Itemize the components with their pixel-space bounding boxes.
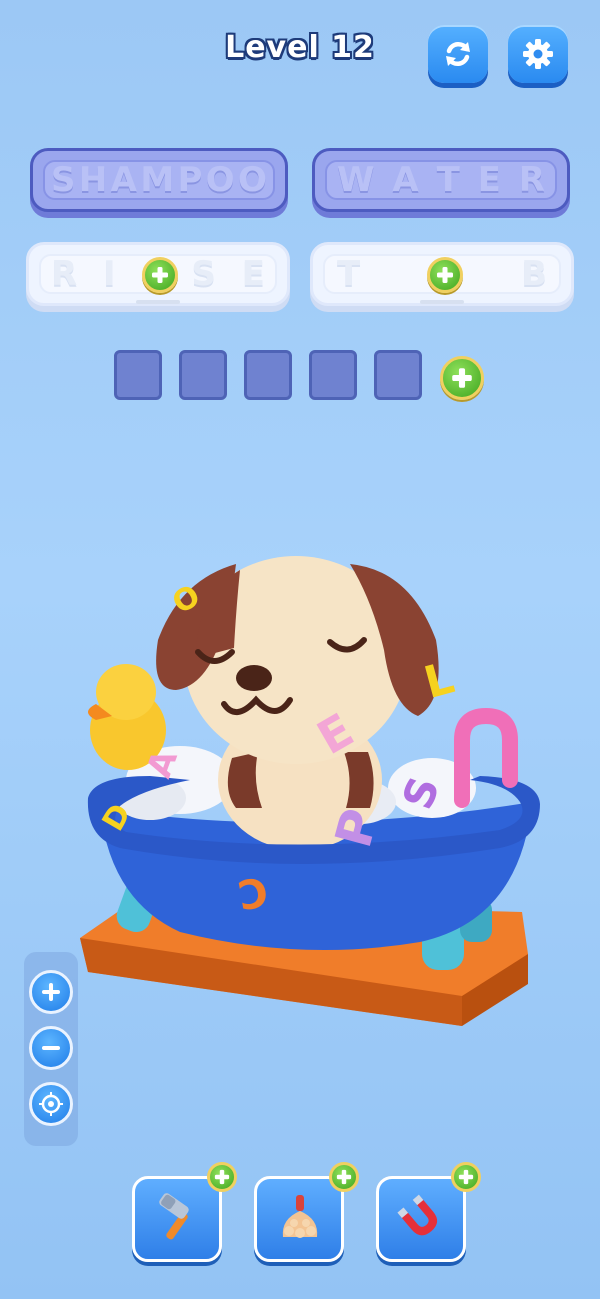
hint-line xyxy=(136,300,180,304)
hammer-icon xyxy=(159,1193,189,1240)
plus-icon xyxy=(152,267,168,283)
refresh-icon xyxy=(446,41,470,67)
plus-icon xyxy=(214,1169,230,1185)
plus-icon xyxy=(336,1169,352,1185)
plus-icon xyxy=(437,267,453,283)
hammer-plus-button[interactable] xyxy=(207,1162,237,1192)
slot-letter: I xyxy=(103,254,116,294)
hint-plus-button[interactable] xyxy=(427,257,463,293)
slot-letter: O xyxy=(205,160,235,200)
magnet-tool-button[interactable] xyxy=(376,1176,466,1262)
hint-plus-button[interactable] xyxy=(142,257,178,293)
zoom-out-button[interactable] xyxy=(29,1026,73,1070)
zoom-in-button[interactable] xyxy=(29,970,73,1014)
slot-letter: E xyxy=(241,254,265,294)
slot-letter: W xyxy=(337,160,375,200)
dog-bath-scene[interactable]: L E A P S D C O xyxy=(0,540,600,1060)
word-slot-2[interactable]: W A T E R xyxy=(312,148,570,212)
slot-letter: S xyxy=(51,160,76,200)
slot-letter: S xyxy=(191,254,216,294)
magnet-icon xyxy=(397,1194,438,1236)
answer-box[interactable] xyxy=(179,350,227,400)
brush-tool-button[interactable] xyxy=(254,1176,344,1262)
answer-box[interactable] xyxy=(244,350,292,400)
word-slot-1[interactable]: S H A M P O O xyxy=(30,148,288,212)
slot-letter: O xyxy=(238,160,267,200)
slot-letter: A xyxy=(392,160,419,200)
slot-letter: R xyxy=(518,160,545,200)
camera-controls xyxy=(24,952,78,1146)
plus-icon xyxy=(452,368,472,388)
answer-box[interactable] xyxy=(309,350,357,400)
slot-letter: E xyxy=(477,160,501,200)
slot-letter: T xyxy=(436,160,460,200)
slot-letter: A xyxy=(110,160,137,200)
brush-plus-button[interactable] xyxy=(329,1162,359,1192)
plus-icon xyxy=(42,983,60,1001)
slot-letter: M xyxy=(140,160,175,200)
restart-button[interactable] xyxy=(428,25,488,83)
slot-letter: P xyxy=(177,160,203,200)
answer-box[interactable] xyxy=(114,350,162,400)
target-icon xyxy=(39,1092,63,1116)
settings-button[interactable] xyxy=(508,25,568,83)
slot-letter: T xyxy=(337,254,361,294)
gear-icon xyxy=(523,39,553,69)
magnet-plus-button[interactable] xyxy=(451,1162,481,1192)
slot-letter: H xyxy=(78,160,108,200)
answer-box[interactable] xyxy=(374,350,422,400)
slot-letter: B xyxy=(521,254,547,294)
dog-nose xyxy=(236,665,272,691)
plus-icon xyxy=(458,1169,474,1185)
slot-letter: R xyxy=(51,254,78,294)
hammer-tool-button[interactable] xyxy=(132,1176,222,1262)
add-box-button[interactable] xyxy=(440,356,484,400)
brush-icon xyxy=(282,1195,318,1238)
recenter-button[interactable] xyxy=(29,1082,73,1126)
minus-icon xyxy=(42,1046,60,1050)
hint-line xyxy=(420,300,464,304)
